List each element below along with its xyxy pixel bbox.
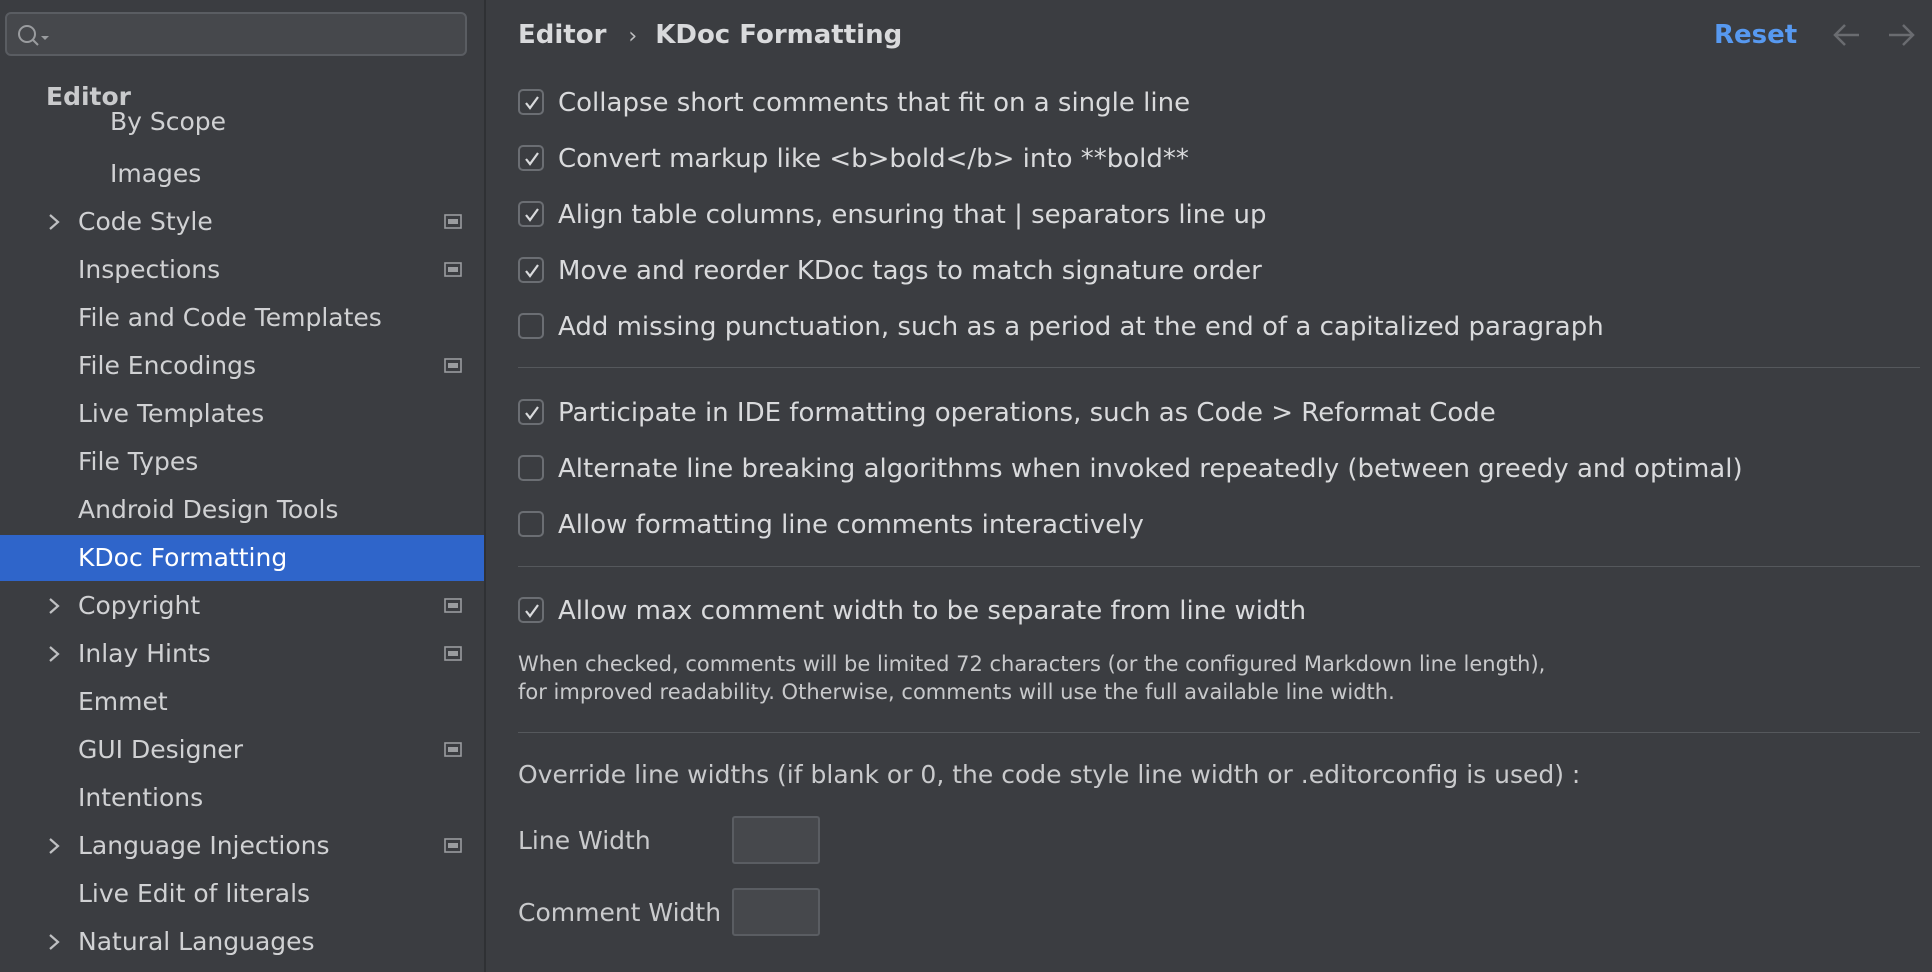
hint-text-line-2: for improved readability. Otherwise, com… bbox=[518, 680, 1395, 704]
divider bbox=[518, 732, 1920, 733]
sidebar-item-label: Inlay Hints bbox=[78, 639, 211, 668]
chevron-right-icon[interactable] bbox=[47, 836, 61, 856]
checkbox-label: Allow max comment width to be separate f… bbox=[558, 596, 1307, 626]
sidebar-item-label: Images bbox=[110, 159, 202, 188]
project-scope-icon bbox=[444, 214, 462, 229]
sidebar-item-label: Android Design Tools bbox=[78, 495, 339, 524]
comment-width-field[interactable] bbox=[732, 888, 820, 936]
sidebar-item[interactable]: Inlay Hints bbox=[0, 631, 484, 677]
sidebar-item[interactable]: GUI Designer bbox=[0, 727, 484, 773]
chevron-right-icon[interactable] bbox=[47, 932, 61, 952]
sidebar-item[interactable]: Images bbox=[0, 151, 484, 197]
project-scope-icon bbox=[444, 598, 462, 613]
sidebar-item[interactable]: Inspections bbox=[0, 247, 484, 293]
checkbox-checked[interactable] bbox=[518, 257, 544, 283]
sidebar-item[interactable]: Language Injections bbox=[0, 823, 484, 869]
checkbox-label: Align table columns, ensuring that | sep… bbox=[558, 200, 1267, 230]
line-width-field[interactable] bbox=[732, 816, 820, 864]
checkbox-label: Allow formatting line comments interacti… bbox=[558, 510, 1144, 540]
sidebar-item[interactable]: Live Templates bbox=[0, 391, 484, 437]
sidebar-item[interactable]: Android Design Tools bbox=[0, 487, 484, 533]
checkbox-checked[interactable] bbox=[518, 145, 544, 171]
sidebar-item[interactable]: Natural Languages bbox=[0, 919, 484, 965]
kdoc-formatting-panel: Editor › KDoc Formatting Reset Collapse sh… bbox=[486, 0, 1932, 972]
chevron-right-icon[interactable] bbox=[47, 644, 61, 664]
chevron-right-icon[interactable] bbox=[47, 596, 61, 616]
sidebar-item-label: Copyright bbox=[78, 591, 201, 620]
sidebar-item-label: Live Templates bbox=[78, 399, 265, 428]
sidebar-item[interactable]: Copyright bbox=[0, 583, 484, 629]
settings-search-field[interactable] bbox=[5, 12, 467, 56]
checkbox-label: Participate in IDE formatting operations… bbox=[558, 398, 1496, 428]
breadcrumb-current: KDoc Formatting bbox=[655, 20, 903, 50]
sidebar-item-label: Natural Languages bbox=[78, 927, 315, 956]
checkbox-unchecked[interactable] bbox=[518, 455, 544, 481]
divider bbox=[518, 566, 1920, 567]
checkmark-icon bbox=[525, 264, 539, 278]
breadcrumb-separator: › bbox=[628, 24, 638, 49]
forward-arrow-icon[interactable] bbox=[1886, 22, 1916, 48]
sidebar-item-label: Intentions bbox=[78, 783, 204, 812]
checkbox-unchecked[interactable] bbox=[518, 313, 544, 339]
checkmark-icon bbox=[525, 96, 539, 110]
sidebar-item-label: Code Style bbox=[78, 207, 213, 236]
hint-text-line-1: When checked, comments will be limited 7… bbox=[518, 652, 1546, 676]
breadcrumb: Editor › KDoc Formatting bbox=[518, 20, 902, 50]
checkmark-icon bbox=[525, 152, 539, 166]
checkmark-icon bbox=[525, 604, 539, 618]
breadcrumb-parent[interactable]: Editor bbox=[518, 20, 606, 50]
checkbox-label: Alternate line breaking algorithms when … bbox=[558, 454, 1743, 484]
checkbox-checked[interactable] bbox=[518, 399, 544, 425]
sidebar-item-label: GUI Designer bbox=[78, 735, 243, 764]
project-scope-icon bbox=[444, 262, 462, 277]
sidebar-item[interactable]: File Encodings bbox=[0, 343, 484, 389]
sidebar-item-label: KDoc Formatting bbox=[78, 543, 288, 572]
back-arrow-icon[interactable] bbox=[1832, 22, 1862, 48]
checkbox-label: Move and reorder KDoc tags to match sign… bbox=[558, 256, 1262, 286]
sidebar-item-label: Inspections bbox=[78, 255, 221, 284]
settings-sidebar: Editor By Scope Images Code Style Inspectio… bbox=[0, 0, 486, 972]
checkmark-icon bbox=[525, 406, 539, 420]
search-icon bbox=[18, 25, 49, 46]
checkbox-checked[interactable] bbox=[518, 597, 544, 623]
checkmark-icon bbox=[525, 208, 539, 222]
sidebar-item-label: File and Code Templates bbox=[78, 303, 382, 332]
checkbox-checked[interactable] bbox=[518, 201, 544, 227]
project-scope-icon bbox=[444, 358, 462, 373]
sidebar-item-label: Emmet bbox=[78, 687, 168, 716]
sidebar-item[interactable]: File Types bbox=[0, 439, 484, 485]
checkbox-label: Add missing punctuation, such as a perio… bbox=[558, 312, 1604, 342]
sidebar-item-label: File Encodings bbox=[78, 351, 257, 380]
sidebar-item[interactable]: File and Code Templates bbox=[0, 295, 484, 341]
override-line-widths-label: Override line widths (if blank or 0, the… bbox=[518, 760, 1581, 789]
checkbox-unchecked[interactable] bbox=[518, 511, 544, 537]
chevron-right-icon[interactable] bbox=[47, 212, 61, 232]
sidebar-item[interactable]: KDoc Formatting bbox=[0, 535, 484, 581]
project-scope-icon bbox=[444, 646, 462, 661]
sidebar-item-label: Language Injections bbox=[78, 831, 330, 860]
sidebar-section-header: Editor bbox=[46, 82, 141, 111]
sidebar-item[interactable]: Code Style bbox=[0, 199, 484, 245]
sidebar-item-label: Live Edit of literals bbox=[78, 879, 311, 908]
comment-width-label: Comment Width bbox=[518, 898, 722, 927]
sidebar-item[interactable]: Live Edit of literals bbox=[0, 871, 484, 917]
reset-button[interactable]: Reset bbox=[1714, 20, 1797, 50]
sidebar-item[interactable]: Emmet bbox=[0, 679, 484, 725]
project-scope-icon bbox=[444, 742, 462, 757]
sidebar-item[interactable]: Intentions bbox=[0, 775, 484, 821]
project-scope-icon bbox=[444, 838, 462, 853]
line-width-label: Line Width bbox=[518, 826, 651, 855]
checkbox-checked[interactable] bbox=[518, 89, 544, 115]
divider bbox=[518, 367, 1920, 368]
checkbox-label: Collapse short comments that fit on a si… bbox=[558, 88, 1191, 118]
search-input[interactable] bbox=[51, 14, 455, 56]
checkbox-label: Convert markup like <b>bold</b> into **b… bbox=[558, 144, 1189, 174]
sidebar-item-label: File Types bbox=[78, 447, 199, 476]
